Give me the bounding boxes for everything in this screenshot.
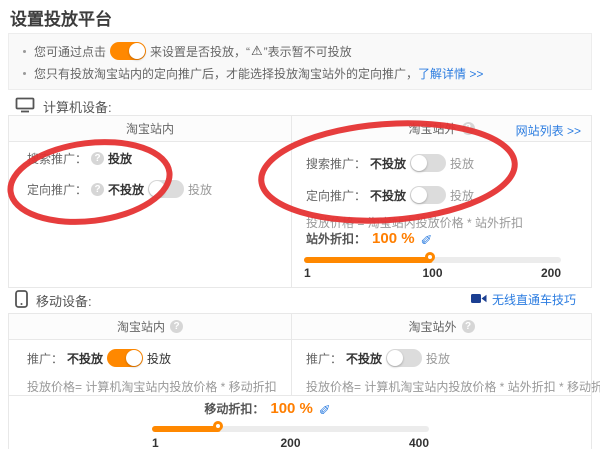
monitor-icon xyxy=(15,97,35,116)
notice-text: 您可通过点击 xyxy=(34,43,106,60)
wireless-tips[interactable]: 无线直通车技巧 xyxy=(471,291,576,308)
row-label: 定向推广： xyxy=(27,181,87,198)
offsite-discount-slider[interactable] xyxy=(304,257,561,263)
notice-line-2: 您只有投放淘宝站内的定向推广后，才能选择投放淘宝站外的定向推广， 了解详情 >> xyxy=(19,62,581,84)
learn-more-link[interactable]: 了解详情 >> xyxy=(418,65,483,82)
slider-mid-label: 200 xyxy=(280,436,300,450)
mobile-discount: 移动折扣： 100 % ✎ xyxy=(129,400,406,417)
section-title: 移动设备: xyxy=(36,291,92,310)
row-label: 搜索推广： xyxy=(306,155,366,172)
state-delivering: 投放 xyxy=(108,150,132,167)
bullet-dot xyxy=(23,72,26,75)
slider-min-label: 1 xyxy=(304,266,311,280)
mobile-onsite-toggle[interactable] xyxy=(107,349,143,367)
warning-icon: ⚠ xyxy=(251,43,263,59)
bullet-dot xyxy=(23,50,26,53)
mobile-offsite-toggle[interactable] xyxy=(386,349,422,367)
slider-min-label: 1 xyxy=(152,436,159,450)
site-list-link[interactable]: 网站列表 >> xyxy=(516,122,581,139)
mobile-offsite-column: 推广： 不投放 投放 投放价格= 计算机淘宝站内投放价格 * 站外折扣 * 移动… xyxy=(291,340,591,395)
discount-value: 100 % xyxy=(372,230,415,247)
slider-max-label: 200 xyxy=(541,266,561,280)
state-on-label: 投放 xyxy=(450,187,474,204)
offsite-header-label: 淘宝站外 xyxy=(408,120,456,137)
mobile-table-header: 淘宝站内 ? 淘宝站外 ? xyxy=(9,314,591,340)
slider-mid-label: 100 xyxy=(422,266,442,280)
price-formula: 投放价格= 计算机淘宝站内投放价格 * 移动折扣 xyxy=(27,378,277,395)
state-on-label: 投放 xyxy=(450,155,474,172)
edit-pencil-icon[interactable]: ✎ xyxy=(421,230,433,247)
page-title: 设置投放平台 xyxy=(10,5,112,30)
mobile-discount-panel: 移动折扣： 100 % ✎ 1 200 400 xyxy=(9,395,591,450)
row-label: 推广： xyxy=(27,350,63,367)
offsite-search-row: 搜索推广： 不投放 投放 xyxy=(306,154,474,172)
onsite-search-row: 搜索推广： ? 投放 xyxy=(27,150,132,167)
state-off-label: 不投放 xyxy=(370,155,406,172)
slider-fill xyxy=(152,426,221,432)
phone-icon xyxy=(15,290,28,311)
help-icon[interactable]: ? xyxy=(462,320,475,333)
offsite-header-label: 淘宝站外 xyxy=(408,318,456,335)
state-off-label: 不投放 xyxy=(346,350,382,367)
onsite-header: 淘宝站内 xyxy=(9,116,291,141)
computer-offsite-column: 搜索推广： 不投放 投放 定向推广： 不投放 投放 投放价格 = 淘宝站内投放价… xyxy=(291,142,591,288)
mobile-table: 淘宝站内 ? 淘宝站外 ? 推广： 不投放 投放 投放价格= 计算机淘宝站内投放… xyxy=(8,313,592,449)
onsite-promo-row: 推广： 不投放 投放 xyxy=(27,349,171,367)
mobile-discount-slider[interactable] xyxy=(152,426,429,432)
offsite-header: 淘宝站外 ? 网站列表 >> xyxy=(291,116,591,141)
onsite-header-label: 淘宝站内 xyxy=(126,120,174,137)
discount-label: 移动折扣： xyxy=(204,400,264,417)
notice-line-1: 您可通过点击 来设置是否投放，“ ⚠ ”表示暂不可投放 xyxy=(19,40,581,62)
state-off-label: 不投放 xyxy=(108,181,144,198)
computer-table: 淘宝站内 淘宝站外 ? 网站列表 >> 搜索推广： ? 投放 定向推广： ? 不… xyxy=(8,115,592,288)
notice-text: ”表示暂不可投放 xyxy=(264,43,352,60)
offsite-target-row: 定向推广： 不投放 投放 xyxy=(306,186,474,204)
computer-section-header: 计算机设备: xyxy=(15,97,112,116)
help-icon[interactable]: ? xyxy=(170,320,183,333)
row-label: 搜索推广： xyxy=(27,150,87,167)
discount-label: 站外折扣： xyxy=(306,230,366,247)
row-label: 推广： xyxy=(306,350,342,367)
help-icon[interactable]: ? xyxy=(91,183,104,196)
onsite-header-label: 淘宝站内 xyxy=(117,318,165,335)
row-label: 定向推广： xyxy=(306,187,366,204)
computer-onsite-column: 搜索推广： ? 投放 定向推广： ? 不投放 投放 xyxy=(9,142,291,288)
slider-labels: 1 200 400 xyxy=(152,436,429,450)
price-formula: 投放价格= 计算机淘宝站内投放价格 * 站外折扣 * 移动折扣 xyxy=(306,378,600,395)
onsite-header: 淘宝站内 ? xyxy=(9,314,291,339)
section-title: 计算机设备: xyxy=(43,97,112,116)
help-icon[interactable]: ? xyxy=(91,152,104,165)
slider-labels: 1 100 200 xyxy=(304,266,561,280)
notice-box: 您可通过点击 来设置是否投放，“ ⚠ ”表示暂不可投放 您只有投放淘宝站内的定向… xyxy=(8,33,592,90)
onsite-target-row: 定向推广： ? 不投放 投放 xyxy=(27,180,212,198)
slider-knob[interactable] xyxy=(425,252,435,262)
mobile-section-header: 移动设备: xyxy=(15,290,92,311)
wireless-tips-link[interactable]: 无线直通车技巧 xyxy=(492,291,576,308)
notice-text: 您只有投放淘宝站内的定向推广后，才能选择投放淘宝站外的定向推广， xyxy=(34,65,418,82)
help-icon[interactable]: ? xyxy=(462,122,475,135)
offsite-discount: 站外折扣： 100 % ✎ xyxy=(306,230,432,247)
state-on-label: 投放 xyxy=(188,181,212,198)
edit-pencil-icon[interactable]: ✎ xyxy=(319,400,331,417)
offsite-promo-row: 推广： 不投放 投放 xyxy=(306,349,450,367)
video-camera-icon xyxy=(471,293,487,307)
price-formula: 投放价格 = 淘宝站内投放价格 * 站外折扣 xyxy=(306,214,523,231)
slider-max-label: 400 xyxy=(409,436,429,450)
state-on-label: 投放 xyxy=(426,350,450,367)
slider-knob[interactable] xyxy=(213,421,223,431)
example-toggle[interactable] xyxy=(110,42,146,60)
offsite-header: 淘宝站外 ? xyxy=(291,314,591,339)
offsite-search-toggle[interactable] xyxy=(410,154,446,172)
state-off-label: 不投放 xyxy=(67,350,103,367)
state-off-label: 不投放 xyxy=(370,187,406,204)
mobile-onsite-column: 推广： 不投放 投放 投放价格= 计算机淘宝站内投放价格 * 移动折扣 xyxy=(9,340,291,395)
offsite-target-toggle[interactable] xyxy=(410,186,446,204)
notice-text: 来设置是否投放，“ xyxy=(150,43,250,60)
onsite-target-toggle[interactable] xyxy=(148,180,184,198)
computer-table-header: 淘宝站内 淘宝站外 ? 网站列表 >> xyxy=(9,116,591,142)
slider-fill xyxy=(304,257,433,263)
state-on-label: 投放 xyxy=(147,350,171,367)
discount-value: 100 % xyxy=(270,400,313,417)
